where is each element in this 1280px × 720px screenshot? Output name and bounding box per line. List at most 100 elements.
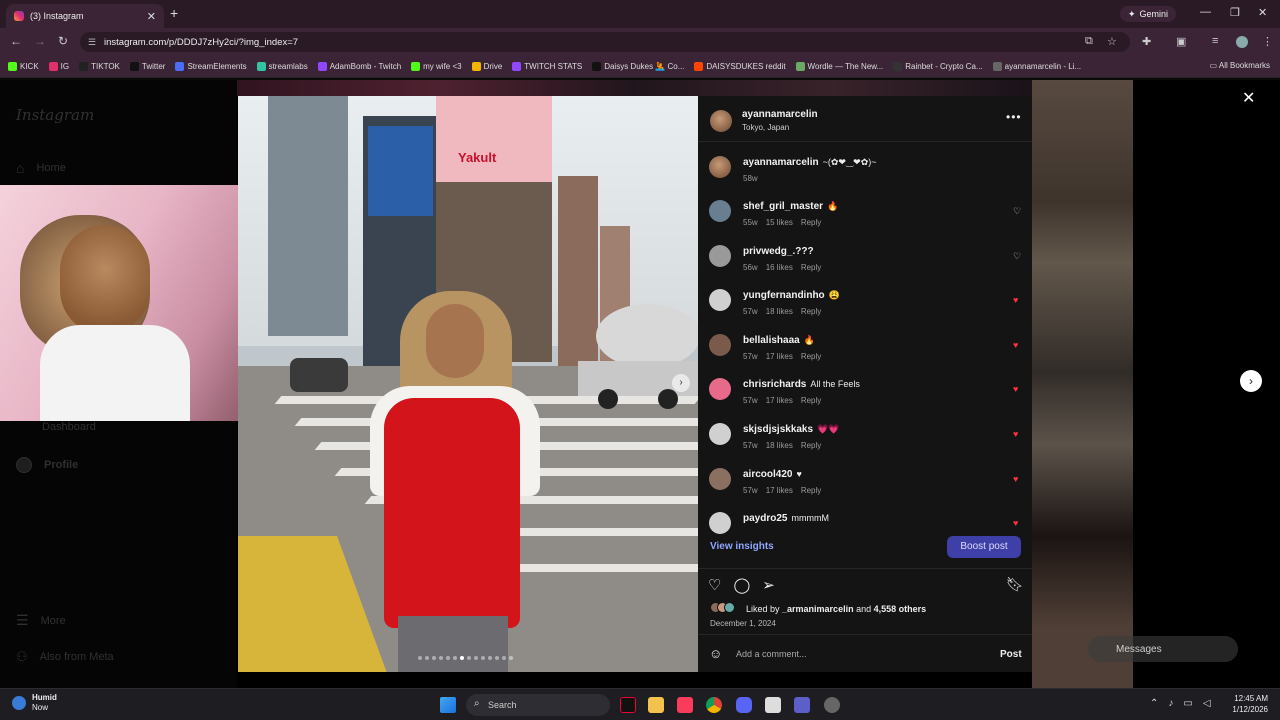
music-app-icon[interactable]	[677, 697, 693, 713]
weather-widget[interactable]: Humid Now	[12, 693, 57, 713]
comment-likes[interactable]: 17 likes	[766, 352, 793, 361]
bookmark-item[interactable]: streamlabs	[256, 62, 308, 71]
commenter-username[interactable]: privwedg_.???	[743, 246, 814, 257]
liked-by-user[interactable]: _armanimarcelin	[782, 604, 854, 614]
caption-username[interactable]: ayannamarcelin	[743, 157, 819, 168]
commenter-avatar[interactable]	[709, 244, 731, 267]
comment-like-heart-icon[interactable]: ♥	[1013, 340, 1018, 350]
more-options-icon[interactable]: •••	[1006, 110, 1022, 124]
commenter-username[interactable]: yungfernandinho	[743, 290, 825, 301]
comment-likes[interactable]: 15 likes	[766, 218, 793, 227]
like-heart-icon[interactable]: ♡	[708, 576, 721, 594]
messages-button[interactable]: Messages	[1088, 636, 1238, 662]
media-controls-icon[interactable]: ≡	[1212, 35, 1218, 47]
comment-likes[interactable]: 17 likes	[766, 396, 793, 405]
commenter-username[interactable]: paydro25	[743, 513, 787, 524]
comment-reply-button[interactable]: Reply	[801, 441, 821, 450]
bookmark-item[interactable]: DAISYSDUKES reddit	[694, 62, 786, 71]
bookmark-item[interactable]: Wordle — The New...	[795, 62, 883, 71]
star-bookmark-icon[interactable]: ☆	[1107, 35, 1117, 48]
comment-like-heart-icon[interactable]: ♥	[1013, 295, 1018, 305]
window-close-icon[interactable]: ✕	[1258, 6, 1267, 19]
microphone-icon[interactable]: ♪	[1168, 698, 1173, 709]
commenter-username[interactable]: chrisrichards	[743, 379, 806, 390]
view-insights-link[interactable]: View insights	[710, 541, 774, 552]
emoji-picker-icon[interactable]: ☺	[709, 646, 722, 661]
post-comment-button[interactable]: Post	[1000, 649, 1022, 660]
sidebar-item-also-from-meta[interactable]: ⚇ Also from Meta	[16, 649, 114, 665]
taskbar-clock[interactable]: 12:45 AM 1/12/2026	[1228, 693, 1268, 715]
save-bookmark-icon[interactable]: 🔖︎	[1006, 576, 1024, 593]
reload-icon[interactable]: ↻	[58, 34, 68, 48]
close-modal-icon[interactable]: ✕	[1242, 88, 1255, 108]
bookmark-item[interactable]: Daisys Dukes 🤽 Co...	[592, 62, 684, 71]
taskbar-search[interactable]: ⌕ Search	[466, 694, 610, 716]
restore-icon[interactable]: ❐	[1230, 6, 1240, 19]
tiktok-app-icon[interactable]	[620, 697, 636, 713]
commenter-avatar[interactable]	[709, 200, 731, 222]
commenter-avatar[interactable]	[709, 467, 731, 490]
bookmark-item[interactable]: Rainbet - Crypto Ca...	[893, 62, 983, 71]
carousel-next-icon[interactable]: ›	[672, 374, 690, 392]
bookmark-item[interactable]: my wife <3	[411, 62, 462, 71]
tab-instagram[interactable]: (3) Instagram ✕	[6, 4, 164, 28]
bookmark-item[interactable]: IG	[48, 62, 69, 71]
sidebar-item-home[interactable]: ⌂ Home	[16, 160, 66, 176]
bookmark-item[interactable]: ayannamarcelin - Li...	[992, 62, 1081, 71]
author-avatar[interactable]	[710, 110, 732, 132]
comment-reply-button[interactable]: Reply	[801, 352, 821, 361]
commenter-username[interactable]: bellalishaaa	[743, 335, 800, 346]
menu-kebab-icon[interactable]: ⋮	[1262, 35, 1273, 48]
sidebar-item-more[interactable]: ☰ More	[16, 612, 66, 629]
bookmark-item[interactable]: KICK	[8, 62, 39, 71]
commenter-username[interactable]: skjsdjsjskkaks	[743, 424, 813, 435]
commenter-avatar[interactable]	[709, 333, 731, 356]
sidebar-panel-icon[interactable]: ▣	[1176, 35, 1186, 48]
teams-icon[interactable]	[794, 697, 810, 713]
url-field[interactable]: ☰ instagram.com/p/DDDJ7zHy2ci/?img_index…	[80, 32, 1130, 52]
chrome-icon[interactable]	[706, 697, 722, 713]
comment-reply-button[interactable]: Reply	[801, 263, 821, 272]
sidebar-item-dashboard[interactable]: Dashboard	[42, 421, 96, 433]
boost-post-button[interactable]: Boost post	[947, 536, 1021, 558]
comment-reply-button[interactable]: Reply	[801, 218, 821, 227]
start-windows-icon[interactable]	[440, 697, 456, 713]
liked-by-others[interactable]: 4,558 others	[874, 604, 927, 614]
comment-likes[interactable]: 18 likes	[766, 441, 793, 450]
gemini-button[interactable]: ✦ Gemini	[1120, 6, 1177, 22]
network-icon[interactable]: ▭	[1183, 698, 1192, 709]
minimize-icon[interactable]: —	[1200, 6, 1211, 18]
chevron-up-icon[interactable]: ⌃	[1150, 698, 1158, 709]
comment-reply-button[interactable]: Reply	[801, 396, 821, 405]
commenter-username[interactable]: aircool420	[743, 469, 792, 480]
new-tab-button[interactable]: +	[170, 5, 178, 21]
author-username[interactable]: ayannamarcelin	[742, 109, 818, 120]
back-icon[interactable]: ←	[10, 34, 22, 48]
bookmark-item[interactable]: TWITCH STATS	[512, 62, 582, 71]
store-icon[interactable]	[765, 697, 781, 713]
commenter-avatar[interactable]	[709, 423, 731, 445]
commenter-avatar[interactable]	[709, 512, 731, 535]
commenter-username[interactable]: shef_gril_master	[743, 201, 823, 212]
next-post-icon[interactable]: ›	[1240, 370, 1262, 392]
caption-avatar[interactable]	[709, 156, 731, 178]
comment-like-heart-icon[interactable]: ♥	[1013, 384, 1018, 394]
tab-close-icon[interactable]: ✕	[147, 10, 156, 23]
profile-avatar-icon[interactable]	[1236, 36, 1248, 48]
comment-reply-button[interactable]: Reply	[801, 486, 821, 495]
commenter-avatar[interactable]	[709, 289, 731, 312]
comment-like-heart-icon[interactable]: ♡	[1013, 251, 1021, 262]
volume-icon[interactable]: ◁	[1203, 698, 1211, 709]
share-send-icon[interactable]: ➢	[762, 576, 775, 594]
comment-likes[interactable]: 18 likes	[766, 307, 793, 316]
steam-icon[interactable]	[824, 697, 840, 713]
bookmark-item[interactable]: AdamBomb - Twitch	[317, 62, 401, 71]
instagram-logo[interactable]: Instagram	[16, 106, 94, 124]
commenter-avatar[interactable]	[709, 378, 731, 401]
comment-like-heart-icon[interactable]: ♥	[1013, 429, 1018, 439]
discord-icon[interactable]	[736, 697, 752, 713]
file-explorer-icon[interactable]	[648, 697, 664, 713]
comment-bubble-icon[interactable]: ◯	[733, 576, 750, 594]
add-comment-input[interactable]: Add a comment...	[736, 649, 807, 659]
install-app-icon[interactable]: ⧉	[1085, 35, 1093, 48]
